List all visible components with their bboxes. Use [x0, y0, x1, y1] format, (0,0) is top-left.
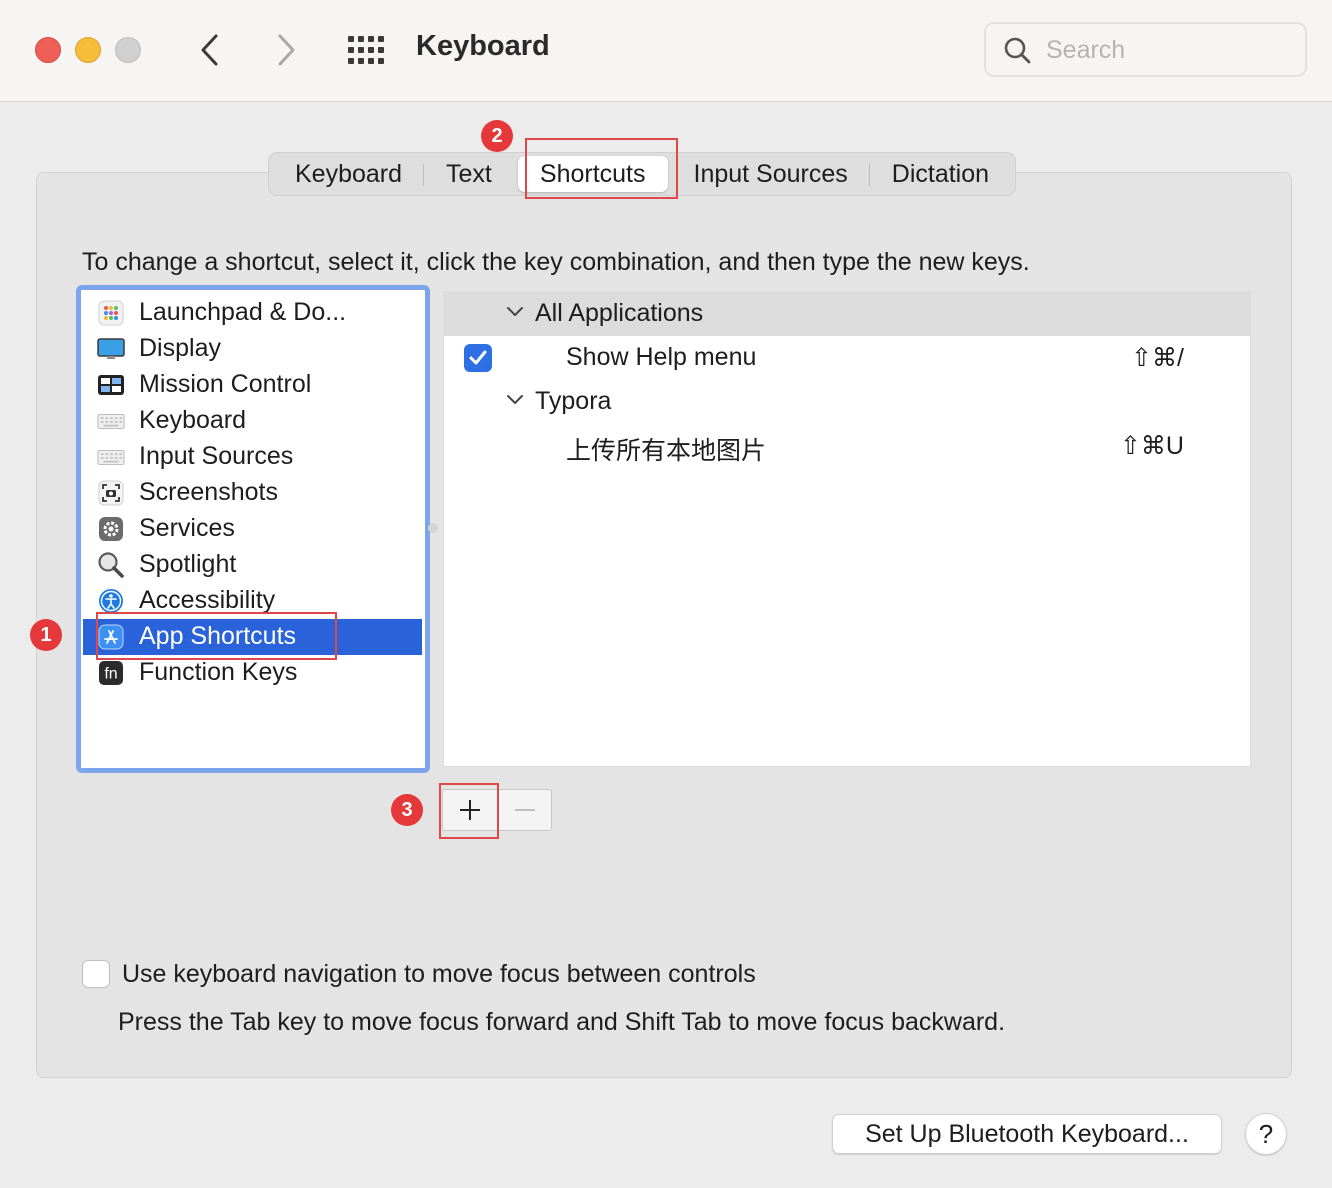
chevron-right-icon: [278, 34, 295, 66]
forward-button[interactable]: [266, 30, 306, 70]
help-button[interactable]: ?: [1245, 1113, 1287, 1155]
checkmark-icon: [469, 350, 487, 365]
category-label: Spotlight: [139, 550, 237, 578]
annotation-badge-2: 2: [481, 120, 513, 152]
category-services[interactable]: Services: [83, 511, 422, 547]
shortcut-row[interactable]: Show Help menu ⇧⌘/: [444, 336, 1250, 380]
category-spotlight[interactable]: Spotlight: [83, 547, 422, 583]
shortcut-enabled-checkbox[interactable]: [464, 344, 492, 372]
group-label: All Applications: [535, 299, 704, 327]
category-label: Display: [139, 334, 221, 362]
category-label: Accessibility: [139, 586, 276, 614]
search-field[interactable]: [984, 22, 1307, 77]
group-row-all-applications[interactable]: All Applications: [444, 292, 1250, 336]
minus-icon: [515, 809, 535, 811]
keyboard-navigation-checkbox[interactable]: [82, 960, 110, 988]
category-label: Function Keys: [139, 658, 298, 686]
annotation-badge-1: 1: [30, 619, 62, 651]
keyboard-navigation-label[interactable]: Use keyboard navigation to move focus be…: [122, 960, 756, 989]
category-launchpad[interactable]: Launchpad & Do...: [83, 295, 422, 331]
category-label: Input Sources: [139, 442, 294, 470]
shortcut-keys[interactable]: ⇧⌘/: [1131, 343, 1184, 373]
split-view-divider[interactable]: [428, 523, 438, 533]
tab-dictation[interactable]: Dictation: [870, 156, 1011, 192]
category-function-keys[interactable]: fn Function Keys: [83, 655, 422, 691]
window-title: Keyboard: [416, 30, 550, 62]
category-label: Mission Control: [139, 370, 312, 398]
close-window-button[interactable]: [35, 37, 61, 63]
svg-text:fn: fn: [104, 666, 117, 683]
tab-input-sources[interactable]: Input Sources: [672, 156, 871, 192]
category-input-sources[interactable]: Input Sources: [83, 439, 422, 475]
shortcuts-table[interactable]: All Applications Show Help menu ⇧⌘/ Typo…: [443, 291, 1251, 767]
shortcut-label: 上传所有本地图片: [566, 437, 767, 465]
shortcut-keys[interactable]: ⇧⌘U: [1120, 431, 1184, 461]
display-icon: [97, 336, 125, 362]
gear-icon: [97, 516, 125, 542]
launchpad-icon: [97, 300, 125, 326]
annotation-highlight-shortcuts-tab: [525, 138, 678, 199]
remove-shortcut-button[interactable]: [498, 790, 552, 830]
show-all-button[interactable]: [346, 32, 386, 68]
annotation-badge-3: 3: [391, 794, 423, 826]
back-button[interactable]: [190, 30, 230, 70]
search-icon: [1004, 37, 1031, 64]
mission-control-icon: [97, 372, 125, 398]
group-row-typora[interactable]: Typora: [444, 380, 1250, 424]
category-mission-control[interactable]: Mission Control: [83, 367, 422, 403]
category-keyboard[interactable]: Keyboard: [83, 403, 422, 439]
instruction-text: To change a shortcut, select it, click t…: [82, 248, 1030, 276]
chevron-down-icon[interactable]: [506, 392, 524, 406]
tab-keyboard[interactable]: Keyboard: [273, 156, 425, 192]
shortcut-row[interactable]: 上传所有本地图片 ⇧⌘U: [444, 424, 1250, 468]
fn-key-icon: fn: [97, 660, 125, 686]
minimize-window-button[interactable]: [75, 37, 101, 63]
category-label: Services: [139, 514, 235, 542]
category-label: Screenshots: [139, 478, 278, 506]
zoom-window-button[interactable]: [115, 37, 141, 63]
chevron-down-icon[interactable]: [506, 304, 524, 318]
keyboard-icon: [97, 408, 125, 434]
annotation-highlight-app-shortcuts: [96, 612, 337, 660]
input-sources-icon: [97, 444, 125, 470]
grid-icon: [348, 36, 384, 64]
setup-bluetooth-keyboard-button[interactable]: Set Up Bluetooth Keyboard...: [832, 1114, 1222, 1154]
group-label: Typora: [535, 387, 612, 415]
category-display[interactable]: Display: [83, 331, 422, 367]
search-input[interactable]: [1046, 34, 1286, 66]
title-bar: Keyboard: [0, 0, 1332, 102]
category-label: Launchpad & Do...: [139, 298, 347, 326]
shortcut-label: Show Help menu: [566, 343, 757, 371]
accessibility-icon: [97, 588, 125, 614]
magnifier-icon: [97, 552, 125, 578]
chevron-left-icon: [201, 34, 218, 66]
tab-text[interactable]: Text: [424, 156, 514, 192]
category-screenshots[interactable]: Screenshots: [83, 475, 422, 511]
screenshot-icon: [97, 480, 125, 506]
category-label: Keyboard: [139, 406, 247, 434]
shortcut-category-list[interactable]: Launchpad & Do... Display Mission Contro…: [76, 285, 430, 773]
annotation-highlight-add-button: [439, 783, 499, 839]
keyboard-navigation-help-text: Press the Tab key to move focus forward …: [118, 1008, 1006, 1036]
